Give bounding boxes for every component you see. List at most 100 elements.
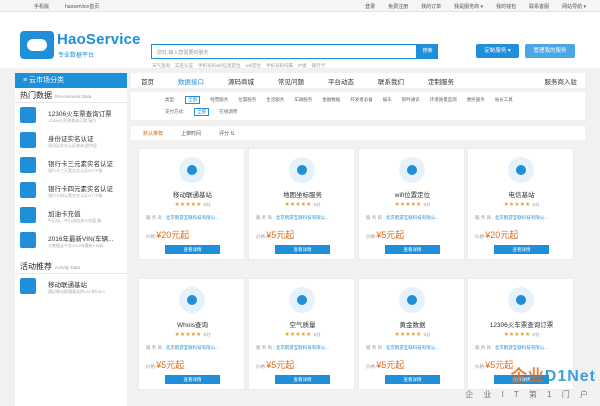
icon-core [187, 295, 197, 305]
home-link[interactable]: haoservice首页 [65, 3, 99, 10]
my-orders-link[interactable]: 我的订单 [421, 3, 441, 10]
sidebar: ≡ 云市场分类 热门数据 Recommend Data 12306火车票查询订票 1… [15, 73, 127, 406]
product-card[interactable]: 移动联通基站 ★★★★★ 5分服 务 商 : 北京鹤游互联科技有限公... 价格:¥2… [138, 148, 245, 260]
login-link[interactable]: 登录 [365, 3, 375, 10]
list-item[interactable]: 移动联通基站 通过移动联通基站的LAC和CELL [15, 274, 127, 299]
nav-item-source-mall[interactable]: 源码商城 [228, 76, 254, 86]
nav-item-home[interactable]: 首页 [141, 76, 154, 86]
list-item-title: 加油卡充值 [48, 211, 81, 218]
product-card[interactable]: Whois查询 ★★★★★ 5分服 务 商 : 北京鹤游互联科技有限公... 价格:¥… [138, 278, 245, 390]
hot-keyword[interactable]: 手机号码wifi信息定位 [198, 63, 241, 69]
filter-option[interactable]: 在线调用 [219, 109, 237, 115]
card-provider: 服 务 商 : 北京鹤游互联科技有限公... [256, 215, 329, 221]
provider-label: 服 务 商 : [256, 345, 275, 350]
custom-service-button[interactable]: 定制服务 ▾ [476, 44, 519, 58]
cmscu-tower-icon [508, 157, 534, 183]
pay-filter-label: 支付方式: [165, 109, 185, 114]
list-item[interactable]: 银行卡三元素实名认证 银行卡三元素实名认证HTTP服 [15, 153, 127, 178]
nav-item-contact[interactable]: 联系我们 [378, 76, 404, 86]
product-card[interactable]: 地图坐标服务 ★★★★★ 5分服 务 商 : 北京鹤游互联科技有限公... 价格:¥5… [248, 148, 355, 260]
filter-option[interactable]: 全部 [194, 108, 210, 116]
provider-link[interactable]: 北京鹤游互联科技有限公... [386, 215, 439, 220]
nav-item-faq[interactable]: 常见问题 [278, 76, 304, 86]
view-details-button[interactable]: 查看详情 [385, 245, 440, 254]
filter-option[interactable]: 全部 [185, 96, 201, 104]
hot-keyword[interactable]: wifi定位 [246, 63, 262, 69]
logo-cloud-icon[interactable] [20, 31, 54, 59]
hot-keyword[interactable]: 天气查询 [152, 63, 170, 69]
filter-option[interactable]: 站长工具 [495, 97, 513, 103]
provider-link[interactable]: 北京鹤游互联科技有限公... [386, 345, 439, 350]
view-details-button[interactable]: 查看详情 [165, 375, 220, 384]
search-button[interactable]: 搜索 [417, 44, 438, 59]
hot-keyword[interactable]: 实名认证 [175, 63, 193, 69]
list-item[interactable]: 身份证实名认证 身份证实名认证查询,提供身 [15, 128, 127, 153]
product-card[interactable]: wifi位置定位 ★★★★★ 5分服 务 商 : 北京鹤游互联科技有限公... 价格:… [358, 148, 465, 260]
brand-name[interactable]: HaoService [57, 31, 141, 48]
provider-link[interactable]: 北京鹤游互联科技有限公... [495, 345, 548, 350]
list-item-desc: 大数据云平台2016年最新VIN码 [48, 243, 104, 248]
card-provider: 服 务 商 : 北京鹤游互联科技有限公... [146, 215, 219, 221]
card-title[interactable]: 地图坐标服务 [249, 189, 356, 199]
filter-option[interactable]: 车辆服务 [294, 97, 312, 103]
provider-menu[interactable]: 我是服务商 ▾ [454, 3, 483, 10]
filter-option[interactable]: 即时通讯 [402, 97, 420, 103]
product-card[interactable]: 空气质量 ★★★★★ 5分服 务 商 : 北京鹤游互联科技有限公... 价格:¥5元起… [248, 278, 355, 390]
list-item[interactable]: 加油卡充值 中石化、中石油加油卡充值,移 [15, 203, 127, 228]
category-menu[interactable]: ≡ 云市场分类 [15, 73, 127, 88]
card-title[interactable]: 黄金数据 [359, 319, 466, 329]
view-details-button[interactable]: 查看详情 [275, 375, 330, 384]
sort-score[interactable]: 评分 ⇅ [219, 130, 235, 137]
card-title[interactable]: wifi位置定位 [359, 189, 466, 199]
search-input[interactable]: 您好,输入您需要的服务 [151, 44, 417, 59]
price-label: 价格: [475, 234, 486, 239]
hot-keyword[interactable]: 手机号码归属 [266, 63, 293, 69]
list-item[interactable]: 2016年最新VIN(车辆... 大数据云平台2016年最新VIN码 [15, 228, 127, 253]
filter-option[interactable]: 便民服务 [467, 97, 485, 103]
card-title[interactable]: 空气质量 [249, 319, 356, 329]
list-item[interactable]: 12306火车票查询订票 12306火车票查询订票,接口 [15, 103, 127, 128]
site-nav-menu[interactable]: 网站导航 ▾ [562, 3, 586, 10]
provider-link[interactable]: 北京鹤游互联科技有限公... [166, 215, 219, 220]
card-title[interactable]: 电信基站 [468, 189, 575, 199]
list-item[interactable]: 银行卡四元素实名认证 银行卡四元素实名认证HTTP服 [15, 178, 127, 203]
view-details-button[interactable]: 查看详情 [385, 375, 440, 384]
provider-link[interactable]: 北京鹤游互联科技有限公... [276, 345, 329, 350]
sort-default[interactable]: 默认推荐 [143, 130, 163, 137]
card-provider: 服 务 商 : 北京鹤游互联科技有限公... [475, 215, 548, 221]
nav-item-data-api[interactable]: 数据接口 [178, 76, 204, 86]
provider-link[interactable]: 北京鹤游互联科技有限公... [495, 215, 548, 220]
provider-join-link[interactable]: 服务商入驻 [545, 76, 578, 86]
filter-option[interactable]: 金融数据 [322, 97, 340, 103]
mobile-link[interactable]: 手机版 [34, 3, 49, 10]
list-item-desc: 银行卡四元素实名认证HTTP服 [48, 193, 103, 198]
filter-option[interactable]: 娱乐 [383, 97, 392, 103]
filter-option[interactable]: 位置服务 [238, 97, 256, 103]
view-details-button[interactable]: 查看详情 [165, 245, 220, 254]
card-title[interactable]: 移动联通基站 [139, 189, 246, 199]
filter-option[interactable]: 生活服务 [266, 97, 284, 103]
view-details-button[interactable]: 查看详情 [275, 245, 330, 254]
list-item-title: 身份证实名认证 [48, 136, 94, 143]
register-link[interactable]: 免费注册 [388, 3, 408, 10]
cloud-shape [27, 39, 47, 51]
provider-link[interactable]: 北京鹤游互联科技有限公... [166, 345, 219, 350]
wallet-link[interactable]: 我的钱包 [496, 3, 516, 10]
filter-option[interactable]: 经营服务 [210, 97, 228, 103]
sort-time[interactable]: 上架时间 [181, 130, 201, 137]
card-title[interactable]: Whois查询 [139, 319, 246, 329]
provider-link[interactable]: 北京鹤游互联科技有限公... [276, 215, 329, 220]
support-link[interactable]: 联系客服 [529, 3, 549, 10]
nav-item-custom[interactable]: 定制服务 [428, 76, 454, 86]
hot-keyword[interactable]: 银行卡 [312, 63, 326, 69]
header: HaoService 专业数据平台 您好,输入您需要的服务 搜索 天气查询 实名… [0, 12, 600, 68]
filter-option[interactable]: 开发者必备 [350, 97, 373, 103]
view-details-button[interactable]: 查看详情 [494, 245, 549, 254]
hot-keyword[interactable]: IP类 [298, 63, 307, 69]
product-card[interactable]: 黄金数据 ★★★★★ 5分服 务 商 : 北京鹤游互联科技有限公... 价格:¥5元起… [358, 278, 465, 390]
product-card[interactable]: 电信基站 ★★★★★ 5分服 务 商 : 北京鹤游互联科技有限公... 价格:¥20元… [467, 148, 574, 260]
manage-services-button[interactable]: 管理我的服务 [525, 44, 575, 58]
card-title[interactable]: 12306火车票查询订票 [468, 319, 575, 329]
filter-option[interactable]: 环境质量监测 [430, 97, 457, 103]
nav-item-news[interactable]: 平台动态 [328, 76, 354, 86]
